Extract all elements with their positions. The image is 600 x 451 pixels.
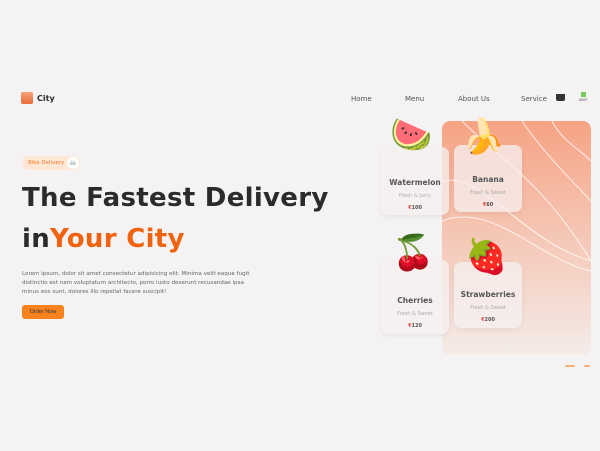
product-desc: Fresh & Sweet	[470, 305, 506, 311]
hero-title-line2: inYour City	[22, 224, 185, 254]
product-name: Cherries	[397, 296, 433, 305]
hero-title-line1: The Fastest Delivery	[22, 183, 329, 213]
product-name: Banana	[472, 175, 504, 184]
cherries-image: 🍒	[392, 233, 435, 273]
product-price: 120	[381, 323, 449, 329]
logo-icon	[21, 92, 33, 104]
nav-service[interactable]: Service	[521, 95, 547, 103]
nav-about[interactable]: About Us	[458, 95, 490, 103]
banana-image: 🍌	[462, 117, 505, 157]
product-price: 60	[454, 202, 522, 208]
slider-dot[interactable]	[584, 365, 590, 367]
product-price: 100	[381, 205, 449, 211]
order-now-button[interactable]: Order Now	[22, 305, 64, 319]
logo[interactable]: City	[21, 92, 55, 104]
badge-label: Bike Delivery	[28, 160, 65, 166]
product-name: Watermelon	[389, 178, 441, 187]
product-desc: Fresh & Sweet	[397, 311, 433, 317]
logo-text: City	[37, 93, 55, 103]
nav-menu[interactable]: Menu	[405, 95, 424, 103]
product-name: Strawberries	[460, 290, 516, 299]
slider-dot-active[interactable]	[565, 365, 575, 367]
product-desc: Fresh & Juicy	[398, 193, 432, 199]
hero-description: Lorem ipsum, dolor sit amet consectetur …	[22, 271, 250, 295]
product-desc: Fresh & Sweet	[470, 190, 506, 196]
title-highlight: Your City	[50, 224, 185, 254]
nav-home[interactable]: Home	[351, 95, 372, 103]
avatar-label: user	[578, 97, 588, 102]
product-price: 200	[454, 317, 522, 323]
basket-icon[interactable]	[556, 94, 565, 101]
avatar[interactable]: user	[576, 92, 590, 102]
product-card-watermelon[interactable]: Watermelon Fresh & Juicy 100	[381, 147, 449, 215]
watermelon-image: 🍉	[390, 115, 433, 155]
bike-icon: 🚲	[67, 157, 79, 169]
bike-delivery-badge: Bike Delivery 🚲	[22, 156, 80, 170]
title-in: in	[22, 224, 51, 254]
strawberries-image: 🍓	[465, 237, 508, 277]
